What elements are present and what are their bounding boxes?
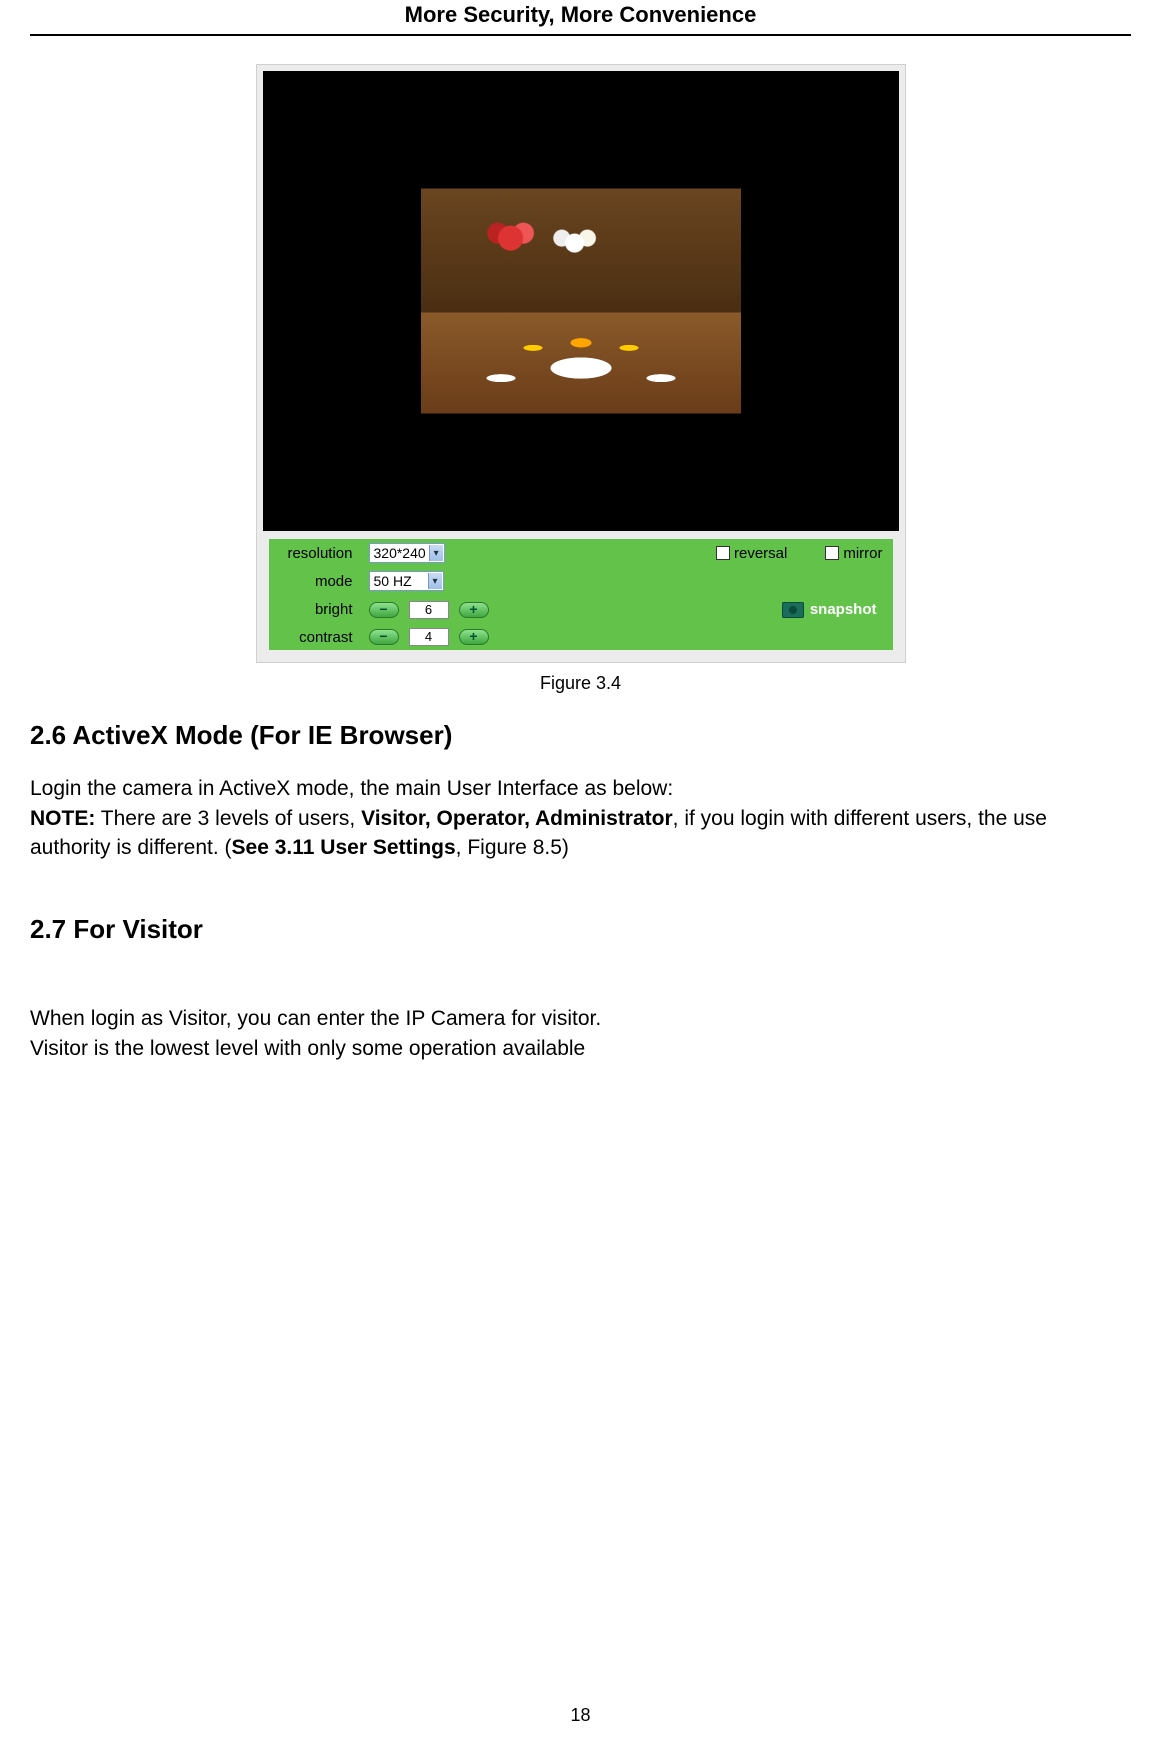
camera-viewer-window: resolution 320*240 ▾ reversal mirror bbox=[256, 64, 906, 663]
snapshot-label: snapshot bbox=[810, 601, 877, 618]
checkbox-box-icon bbox=[716, 546, 730, 560]
chevron-down-icon: ▾ bbox=[429, 545, 443, 561]
checkbox-box-icon bbox=[825, 546, 839, 560]
control-panel: resolution 320*240 ▾ reversal mirror bbox=[263, 531, 899, 656]
camera-feed-image bbox=[421, 189, 741, 414]
contrast-value: 4 bbox=[409, 628, 449, 646]
note-bold-roles: Visitor, Operator, Administrator bbox=[361, 807, 673, 830]
note-label: NOTE: bbox=[30, 807, 95, 830]
mode-value: 50 HZ bbox=[374, 573, 412, 589]
contrast-minus-button[interactable]: − bbox=[369, 629, 399, 645]
note-text-c: , Figure 8.5) bbox=[456, 836, 569, 859]
resolution-value: 320*240 bbox=[374, 545, 426, 561]
reversal-label: reversal bbox=[734, 545, 787, 562]
mirror-label: mirror bbox=[843, 545, 882, 562]
contrast-plus-button[interactable]: + bbox=[459, 629, 489, 645]
bright-plus-button[interactable]: + bbox=[459, 602, 489, 618]
page-header-title: More Security, More Convenience bbox=[30, 0, 1131, 34]
paragraph: When login as Visitor, you can enter the… bbox=[30, 1005, 1131, 1033]
row-resolution: resolution 320*240 ▾ reversal mirror bbox=[269, 539, 893, 567]
figure-caption: Figure 3.4 bbox=[540, 673, 621, 694]
chevron-down-icon: ▾ bbox=[428, 573, 442, 589]
bright-minus-button[interactable]: − bbox=[369, 602, 399, 618]
mode-label: mode bbox=[279, 573, 359, 590]
header-rule bbox=[30, 34, 1131, 36]
heading-2-7: 2.7 For Visitor bbox=[30, 914, 1131, 945]
resolution-select[interactable]: 320*240 ▾ bbox=[369, 543, 445, 563]
mirror-checkbox[interactable]: mirror bbox=[825, 545, 882, 562]
heading-2-6: 2.6 ActiveX Mode (For IE Browser) bbox=[30, 720, 1131, 751]
video-area bbox=[263, 71, 899, 531]
snapshot-button[interactable]: snapshot bbox=[776, 599, 883, 620]
mode-select[interactable]: 50 HZ ▾ bbox=[369, 571, 444, 591]
note-see-ref: See 3.11 User Settings bbox=[232, 836, 456, 859]
paragraph: Visitor is the lowest level with only so… bbox=[30, 1035, 1131, 1063]
row-contrast: contrast − 4 + bbox=[269, 624, 893, 650]
contrast-label: contrast bbox=[279, 629, 359, 646]
reversal-checkbox[interactable]: reversal bbox=[716, 545, 787, 562]
resolution-label: resolution bbox=[279, 545, 359, 562]
bright-value: 6 bbox=[409, 601, 449, 619]
row-mode: mode 50 HZ ▾ bbox=[269, 567, 893, 595]
figure-3-4: resolution 320*240 ▾ reversal mirror bbox=[30, 64, 1131, 702]
note-text-a: There are 3 levels of users, bbox=[95, 807, 361, 830]
bright-label: bright bbox=[279, 601, 359, 618]
paragraph: Login the camera in ActiveX mode, the ma… bbox=[30, 775, 1131, 803]
page-number: 18 bbox=[0, 1705, 1161, 1726]
camera-icon bbox=[782, 602, 804, 618]
paragraph-note: NOTE: There are 3 levels of users, Visit… bbox=[30, 805, 1131, 862]
row-bright: bright − 6 + snapshot bbox=[269, 595, 893, 624]
